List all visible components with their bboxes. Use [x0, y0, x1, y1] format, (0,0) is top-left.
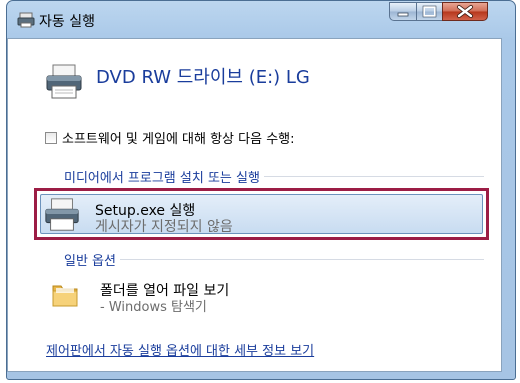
maximize-icon: [422, 5, 437, 18]
section-media-label: 미디어에서 프로그램 설치 또는 실행: [64, 170, 260, 186]
autoplay-options-link[interactable]: 제어판에서 자동 실행 옵션에 대한 세부 정보 보기: [46, 340, 314, 359]
section-media-header: 미디어에서 프로그램 설치 또는 실행: [64, 167, 484, 186]
section-divider: [119, 258, 484, 260]
section-general-header: 일반 옵션: [64, 250, 484, 269]
always-do-checkbox-row[interactable]: 소프트웨어 및 게임에 대해 항상 다음 수행:: [45, 128, 295, 147]
minimize-icon: [397, 12, 409, 17]
maximize-button[interactable]: [416, 2, 443, 21]
open-folder-option[interactable]: 폴더를 열어 파일 보기 - Windows 탐색기: [40, 272, 480, 318]
autoplay-icon: [17, 12, 35, 28]
setup-option-subtitle: 게시자가 지정되지 않음: [95, 219, 233, 235]
minimize-button[interactable]: [389, 2, 417, 21]
section-divider: [263, 175, 484, 177]
setup-icon: [45, 198, 79, 231]
folder-icon: [52, 285, 78, 307]
close-icon: [457, 5, 473, 18]
title-bar[interactable]: 자동 실행: [7, 1, 515, 39]
always-do-label: 소프트웨어 및 게임에 대해 항상 다음 수행:: [62, 132, 295, 147]
section-general-label: 일반 옵션: [64, 253, 116, 269]
close-button[interactable]: [442, 2, 488, 21]
setup-option[interactable]: Setup.exe 실행 게시자가 지정되지 않음: [34, 188, 489, 240]
printer-drive-icon: [46, 64, 82, 99]
open-folder-subtitle: - Windows 탐색기: [100, 300, 207, 315]
device-title: DVD RW 드라이브 (E:) LG: [96, 67, 310, 88]
window-title: 자동 실행: [39, 14, 95, 30]
always-do-checkbox[interactable]: [45, 131, 57, 144]
